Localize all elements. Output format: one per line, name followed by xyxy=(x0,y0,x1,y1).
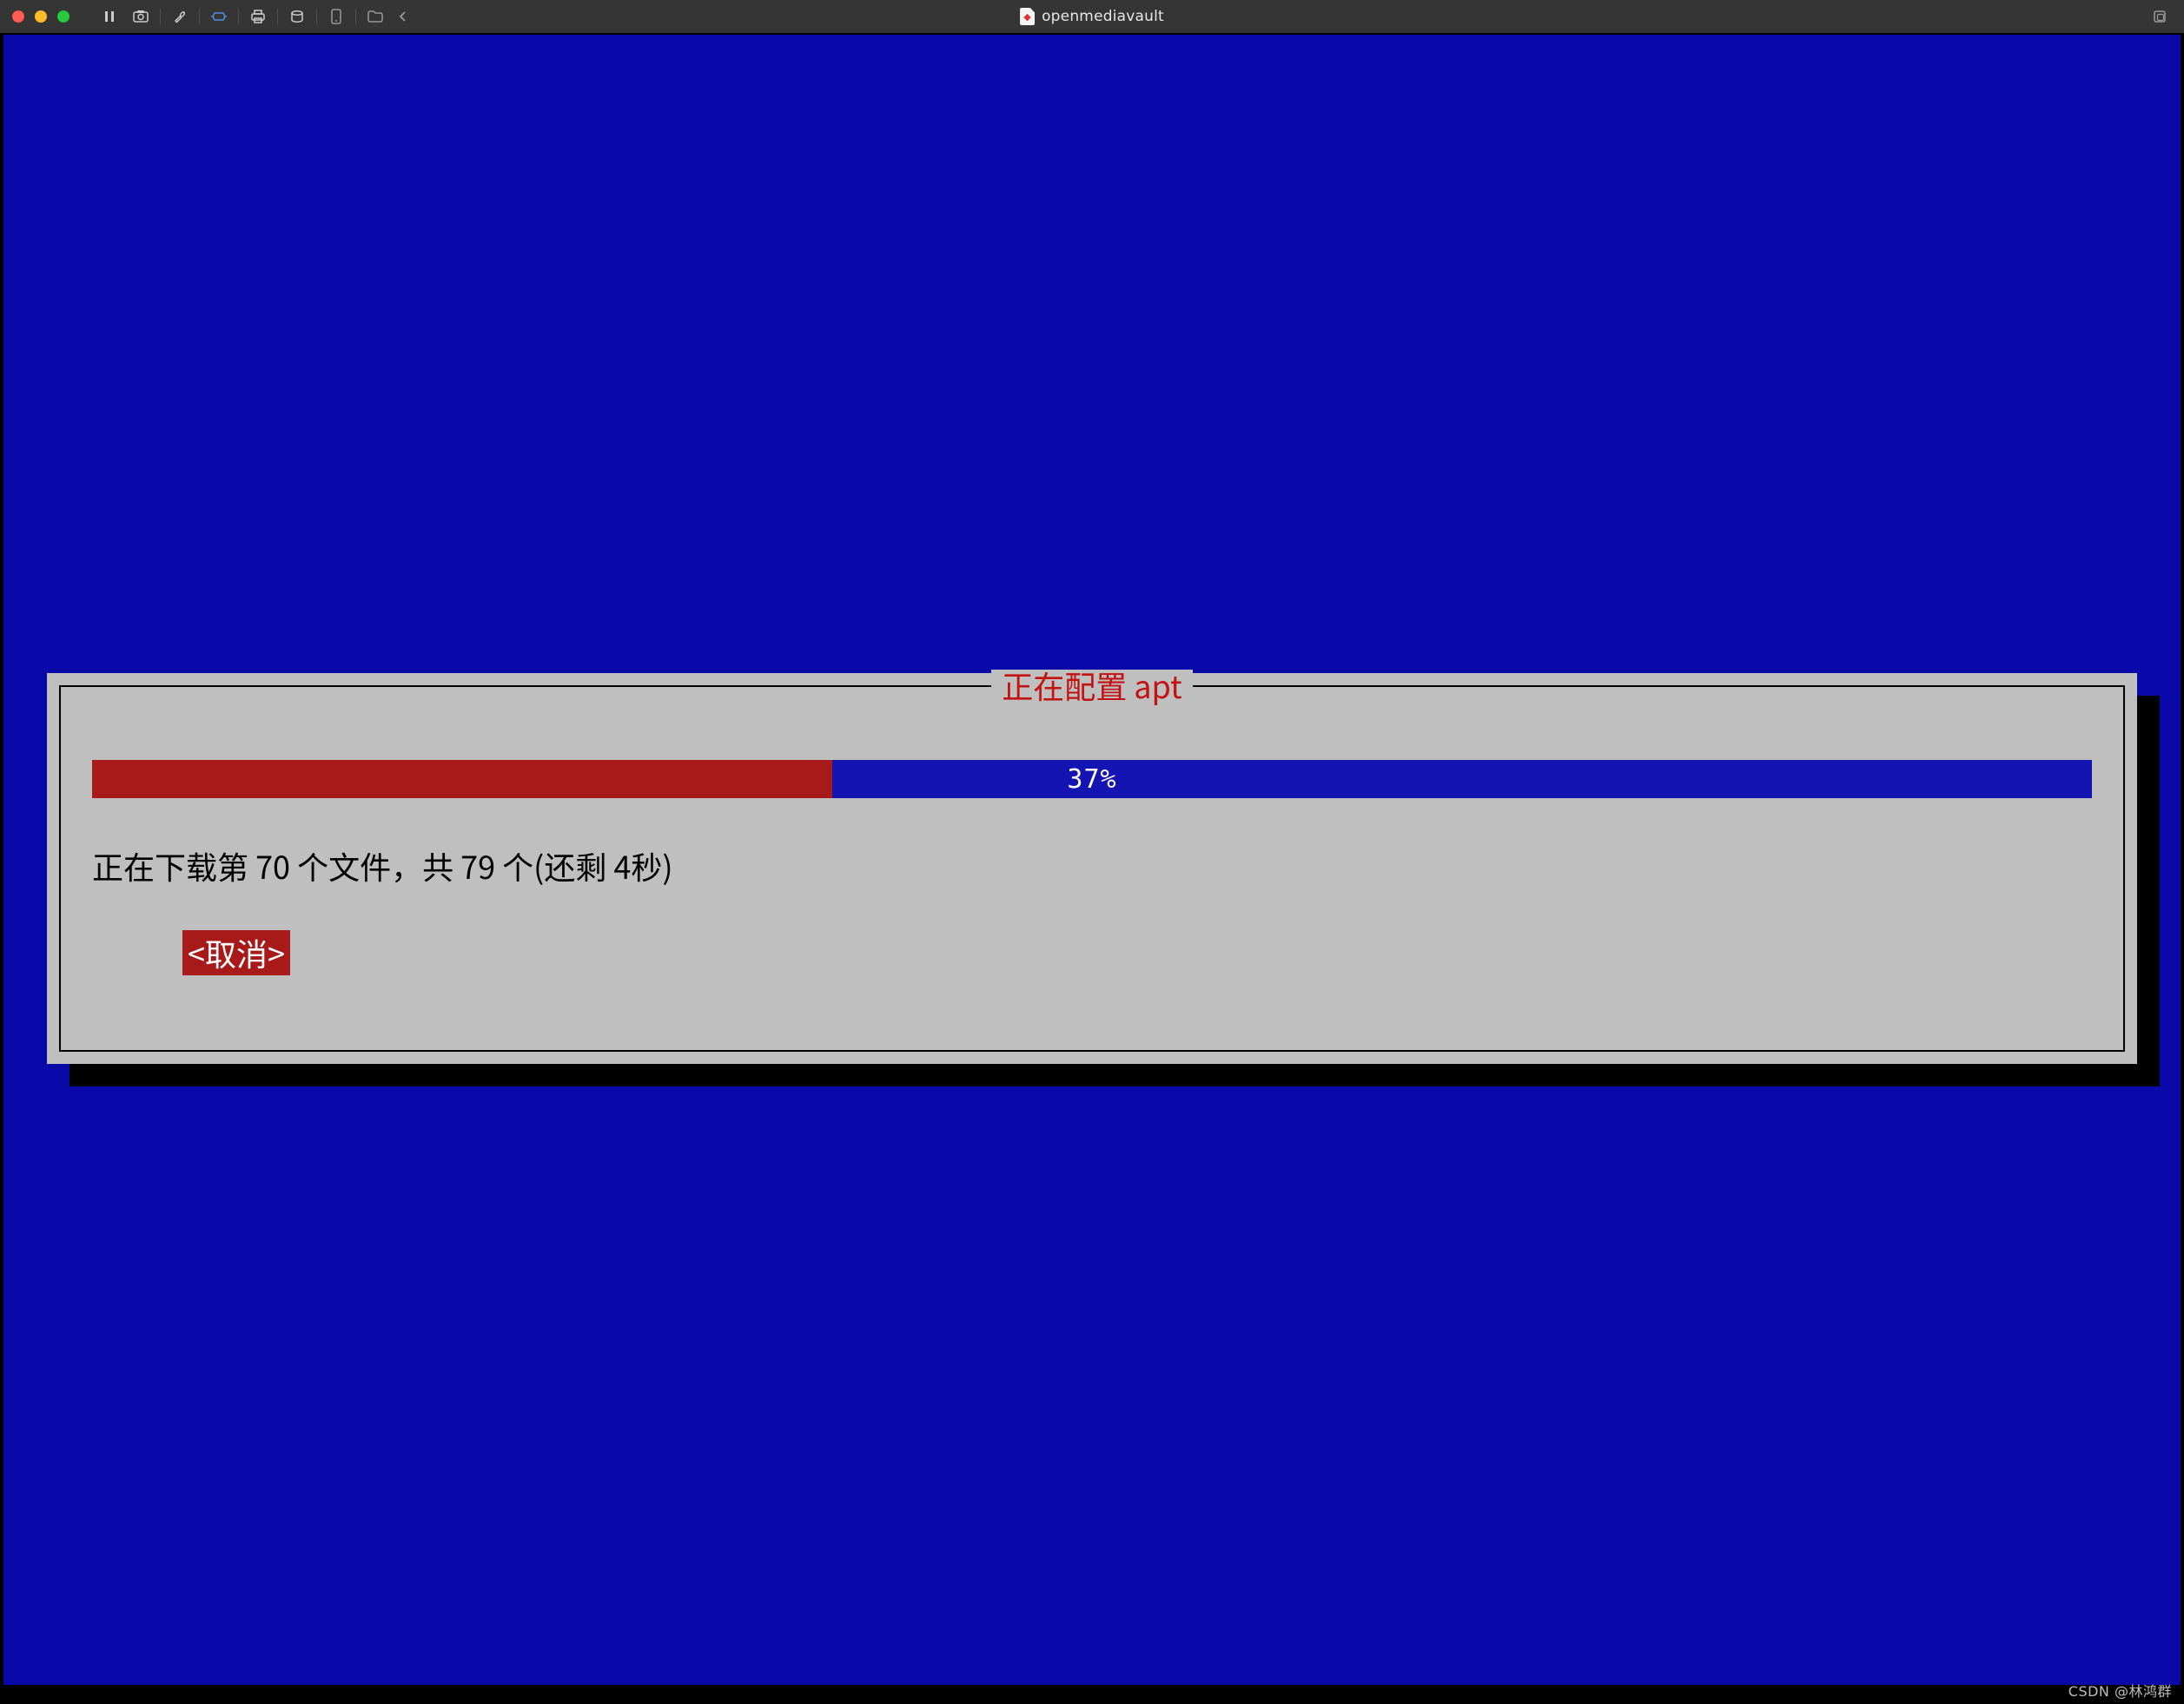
pause-icon[interactable] xyxy=(94,6,125,27)
vm-screen: 正在配置 apt 37% 正在下载第 70 个文件，共 79 个(还剩 4秒) … xyxy=(0,33,2184,1704)
wrench-icon[interactable] xyxy=(164,6,195,27)
progress-bar: 37% xyxy=(92,760,2092,798)
folder-icon[interactable] xyxy=(360,6,391,27)
window-traffic-lights xyxy=(12,10,69,23)
installer-background: 正在配置 apt 37% 正在下载第 70 个文件，共 79 个(还剩 4秒) … xyxy=(3,35,2181,1685)
printer-icon[interactable] xyxy=(242,6,274,27)
network-icon[interactable] xyxy=(203,6,235,27)
progress-percent-label: 37% xyxy=(92,760,2092,798)
toolbar-icons xyxy=(94,6,419,27)
zoom-window-button[interactable] xyxy=(57,10,69,23)
close-window-button[interactable] xyxy=(12,10,24,23)
cancel-button[interactable]: <取消> xyxy=(182,930,290,975)
document-icon: ◆ xyxy=(1020,8,1035,25)
status-text: 正在下载第 70 个文件，共 79 个(还剩 4秒) xyxy=(92,843,2092,888)
window-titlebar: ◆ openmediavault xyxy=(0,0,2184,33)
back-icon[interactable] xyxy=(387,6,419,27)
expand-icon[interactable] xyxy=(2148,10,2172,23)
dialog-title: 正在配置 apt xyxy=(61,670,2123,701)
window-title-text: openmediavault xyxy=(1042,8,1164,25)
watermark-text: CSDN @林鸿群 xyxy=(2068,1680,2172,1701)
dialog-frame: 正在配置 apt 37% 正在下载第 70 个文件，共 79 个(还剩 4秒) … xyxy=(59,685,2125,1052)
snapshot-icon[interactable] xyxy=(125,6,156,27)
minimize-window-button[interactable] xyxy=(35,10,47,23)
installer-dialog: 正在配置 apt 37% 正在下载第 70 个文件，共 79 个(还剩 4秒) … xyxy=(47,673,2137,1064)
dialog-title-text: 正在配置 apt xyxy=(991,670,1193,701)
disk-icon[interactable] xyxy=(281,6,313,27)
device-icon[interactable] xyxy=(321,6,352,27)
